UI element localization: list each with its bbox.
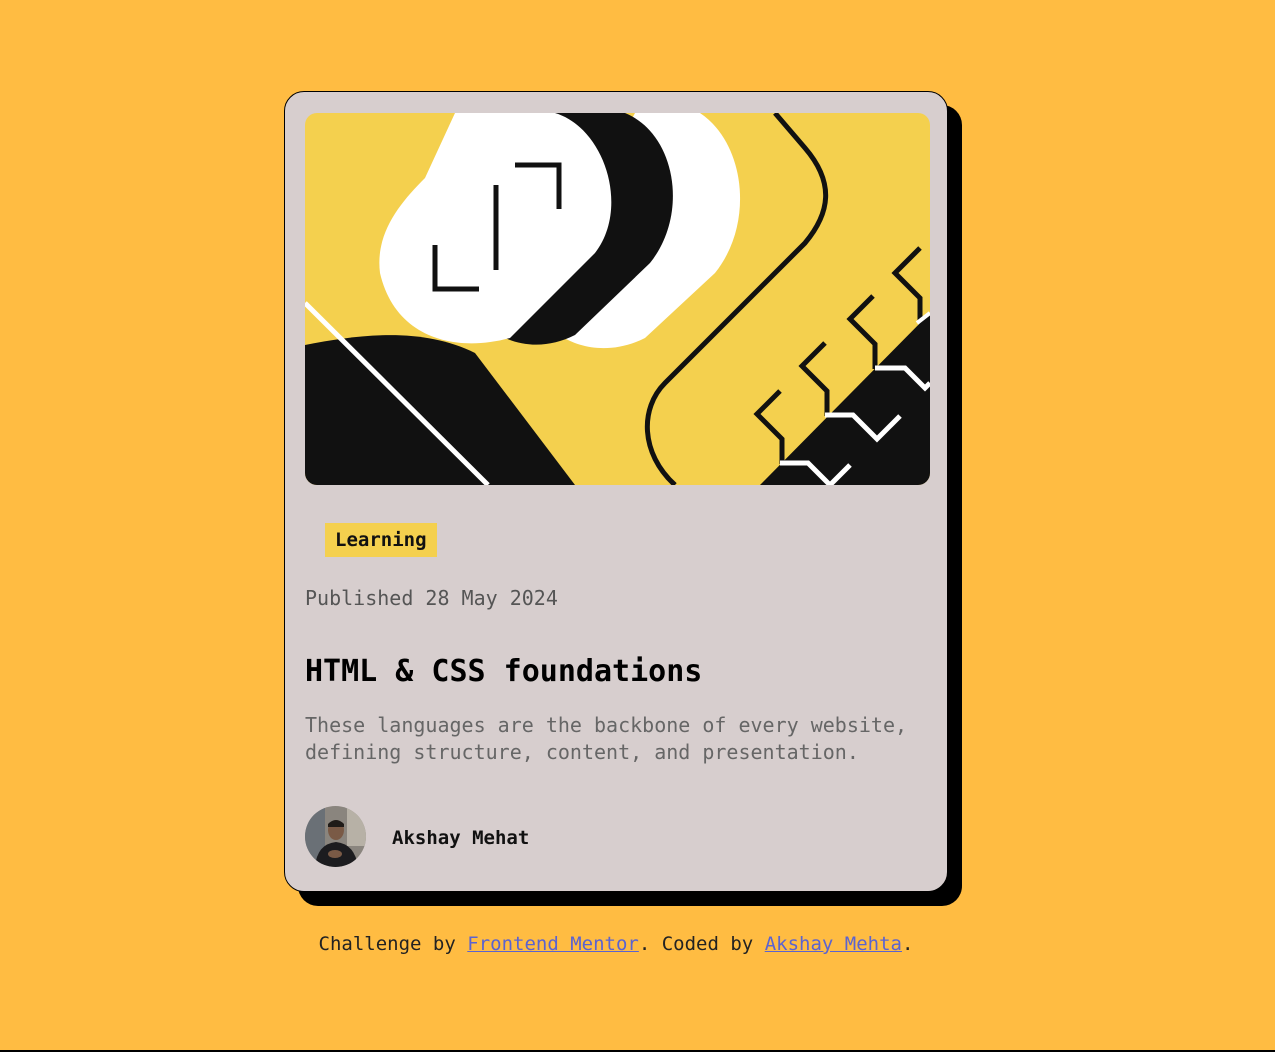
card-description: These languages are the backbone of ever… bbox=[305, 713, 908, 764]
author-name: Akshay Mehat bbox=[392, 827, 530, 849]
publish-date: Published 28 May 2024 bbox=[305, 586, 558, 610]
attribution-suffix: . bbox=[901, 933, 914, 955]
author-avatar bbox=[305, 806, 366, 867]
illustration-image bbox=[305, 113, 930, 485]
card-title[interactable]: HTML & CSS foundations bbox=[305, 654, 702, 689]
frontend-mentor-link[interactable]: Frontend Mentor bbox=[467, 933, 639, 955]
attribution-footer: Challenge by Frontend Mentor. Coded by A… bbox=[0, 933, 1232, 955]
attribution-prefix: Challenge by bbox=[318, 933, 468, 955]
attribution-middle: . Coded by bbox=[638, 933, 765, 955]
author-link[interactable]: Akshay Mehta bbox=[765, 933, 902, 955]
category-tag: Learning bbox=[325, 523, 437, 557]
blog-preview-card: Learning Published 28 May 2024 HTML & CS… bbox=[284, 91, 948, 892]
